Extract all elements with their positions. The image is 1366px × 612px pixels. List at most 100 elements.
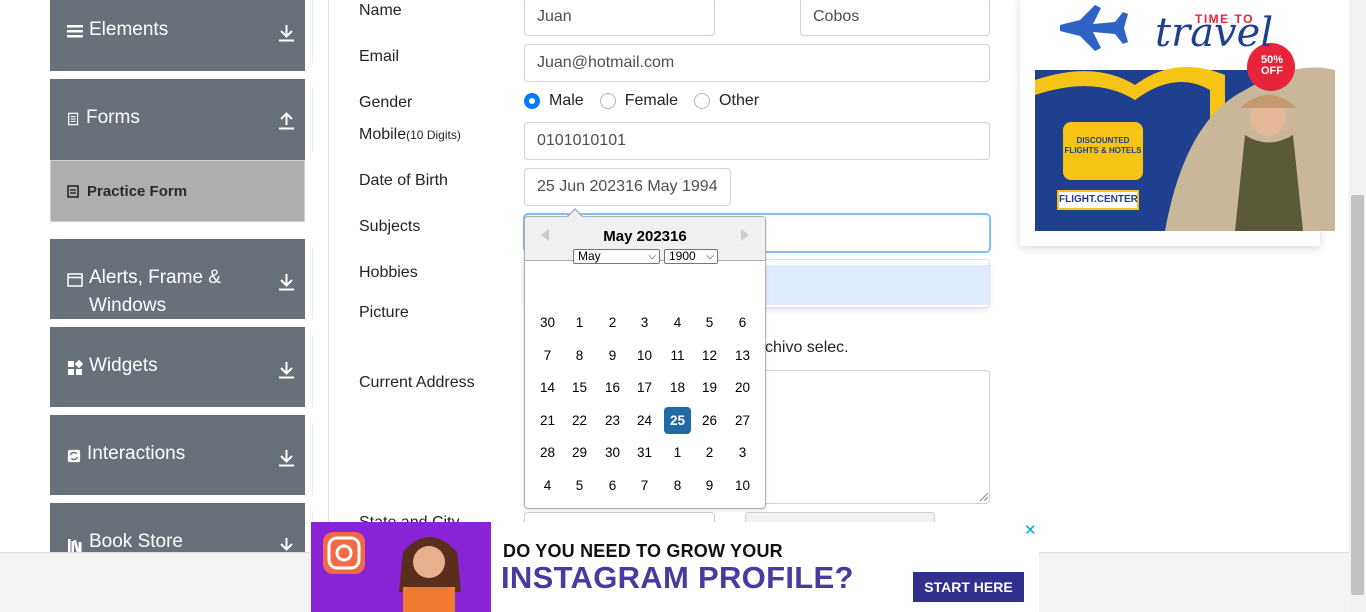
calendar-day[interactable]: 2 (599, 309, 626, 336)
calendar-day[interactable]: 6 (729, 309, 756, 336)
download-arrow-icon[interactable] (278, 24, 295, 42)
calendar-day[interactable]: 4 (664, 309, 691, 336)
calendar-day[interactable]: 5 (696, 309, 723, 336)
calendar-day[interactable]: 8 (664, 472, 691, 499)
ad-travel-image[interactable]: TIME TO travel 50% OFF DISCOUNTED FLIGHTS … (1035, 0, 1335, 231)
calendar-day[interactable]: 19 (696, 374, 723, 401)
calendar-day[interactable]: 13 (729, 342, 756, 369)
subjects-label: Subjects (359, 218, 421, 235)
hobbies-label: Hobbies (359, 264, 418, 281)
download-arrow-icon[interactable] (278, 273, 295, 291)
sidebar-group-interactions[interactable]: Interactions (50, 415, 313, 495)
calendar-day[interactable]: 16 (599, 374, 626, 401)
radio-female[interactable] (599, 93, 616, 109)
books-icon (68, 539, 82, 553)
divider (312, 247, 313, 319)
gender-female-option[interactable]: Female (599, 92, 678, 110)
menu-icon (67, 25, 83, 38)
calendar-day[interactable]: 9 (599, 342, 626, 369)
download-arrow-icon[interactable] (278, 361, 295, 379)
month-select[interactable]: May ⌵ (573, 249, 660, 264)
divider (312, 423, 313, 495)
ad-line-1: DO YOU NEED TO GROW YOUR (503, 541, 783, 561)
next-month-icon[interactable] (741, 229, 749, 241)
start-here-button[interactable]: START HERE (913, 572, 1024, 602)
calendar-day[interactable]: 30 (599, 439, 626, 466)
last-name-input[interactable]: Cobos (800, 0, 990, 36)
calendar-day[interactable]: 1 (664, 439, 691, 466)
calendar-day[interactable]: 7 (534, 342, 561, 369)
ad-discount-box: DISCOUNTED FLIGHTS & HOTELS (1063, 122, 1143, 180)
sidebar-group-alerts[interactable]: Alerts, Frame & Windows (50, 239, 313, 319)
sidebar-group-elements[interactable]: Elements (50, 0, 313, 71)
current-address-textarea[interactable] (765, 370, 990, 504)
calendar-day[interactable]: 8 (566, 342, 593, 369)
calendar-day[interactable]: 20 (729, 374, 756, 401)
chevron-down-icon: ⌵ (706, 251, 714, 262)
calendar-day[interactable]: 2 (696, 439, 723, 466)
gender-other-option[interactable]: Other (694, 92, 759, 110)
widgets-icon (68, 360, 83, 375)
calendar-day[interactable]: 14 (534, 374, 561, 401)
page: Elements Forms Practice Form Alerts, Fra… (0, 0, 1366, 612)
radio-other[interactable] (694, 93, 711, 109)
calendar-day[interactable]: 9 (696, 472, 723, 499)
calendar-day[interactable]: 24 (631, 407, 658, 434)
calendar-day[interactable]: 1 (566, 309, 593, 336)
mobile-label: Mobile(10 Digits) (359, 126, 461, 144)
scrollbar-thumb[interactable] (1351, 195, 1364, 595)
calendar-day[interactable]: 12 (696, 342, 723, 369)
resize-handle-icon[interactable] (980, 493, 988, 501)
calendar-day[interactable]: 11 (664, 342, 691, 369)
calendar-day[interactable]: 15 (566, 374, 593, 401)
radio-male[interactable] (524, 93, 540, 109)
calendar-day[interactable]: 10 (729, 472, 756, 499)
ad-travel[interactable]: TIME TO travel 50% OFF DISCOUNTED FLIGHTS … (1020, 0, 1335, 246)
gender-male-option[interactable]: Male (524, 92, 584, 110)
calendar-day[interactable]: 3 (631, 309, 658, 336)
calendar-day[interactable]: 26 (696, 407, 723, 434)
year-select[interactable]: 1900 ⌵ (664, 249, 718, 264)
calendar-day[interactable]: 27 (729, 407, 756, 434)
calendar-day[interactable]: 4 (534, 472, 561, 499)
mobile-input[interactable]: 0101010101 (524, 122, 990, 160)
datepicker-title: May 202316 (603, 228, 687, 245)
first-name-input[interactable]: Juan (524, 0, 715, 36)
ad-badge-line2: OFF (1261, 65, 1283, 77)
email-input[interactable]: Juan@hotmail.com (524, 44, 990, 82)
sidebar-group-forms[interactable]: Forms (50, 79, 313, 160)
sidebar: Elements Forms Practice Form Alerts, Fra… (0, 0, 329, 583)
calendar-day[interactable]: 30 (534, 309, 561, 336)
sidebar-group-label: Interactions (87, 443, 186, 464)
download-arrow-icon[interactable] (278, 449, 295, 467)
calendar-day[interactable]: 17 (631, 374, 658, 401)
calendar-day[interactable]: 10 (631, 342, 658, 369)
calendar-day[interactable]: 22 (566, 407, 593, 434)
datepicker: May 202316 May ⌵ 1900 ⌵ 30 1 2 3 4 5 6 7 8 9 10 11 12 1… (524, 216, 766, 509)
calendar-day[interactable]: 21 (534, 407, 561, 434)
date-of-birth-input[interactable]: 25 Jun 202316 May 1994 (524, 168, 731, 206)
state-city-label: State and City (359, 514, 460, 522)
calendar-day[interactable]: 3 (729, 439, 756, 466)
upload-arrow-icon[interactable] (278, 112, 295, 130)
calendar-day[interactable]: 6 (599, 472, 626, 499)
sidebar-group-label: Widgets (89, 355, 158, 376)
sidebar-group-widgets[interactable]: Widgets (50, 327, 313, 407)
calendar-day[interactable]: 28 (534, 439, 561, 466)
calendar-day[interactable]: 5 (566, 472, 593, 499)
calendar-day[interactable]: 29 (566, 439, 593, 466)
sidebar-item-label: Practice Form (87, 182, 188, 200)
calendar-day[interactable]: 31 (631, 439, 658, 466)
picture-label: Picture (359, 304, 409, 321)
ad-headline-2: travel (1155, 10, 1274, 56)
vertical-scrollbar[interactable] (1349, 0, 1366, 612)
calendar-day[interactable]: 18 (664, 374, 691, 401)
calendar-day[interactable]: 7 (631, 472, 658, 499)
mobile-hint: (10 Digits) (406, 128, 461, 142)
close-icon[interactable]: ✕ (1024, 521, 1037, 539)
calendar-day[interactable]: 23 (599, 407, 626, 434)
calendar-day[interactable]: 25 (664, 407, 691, 434)
ad-brand: FLIGHT.CENTER (1057, 190, 1139, 210)
mobile-label-text: Mobile (359, 126, 407, 143)
sidebar-item-practice-form[interactable]: Practice Form (50, 160, 305, 222)
